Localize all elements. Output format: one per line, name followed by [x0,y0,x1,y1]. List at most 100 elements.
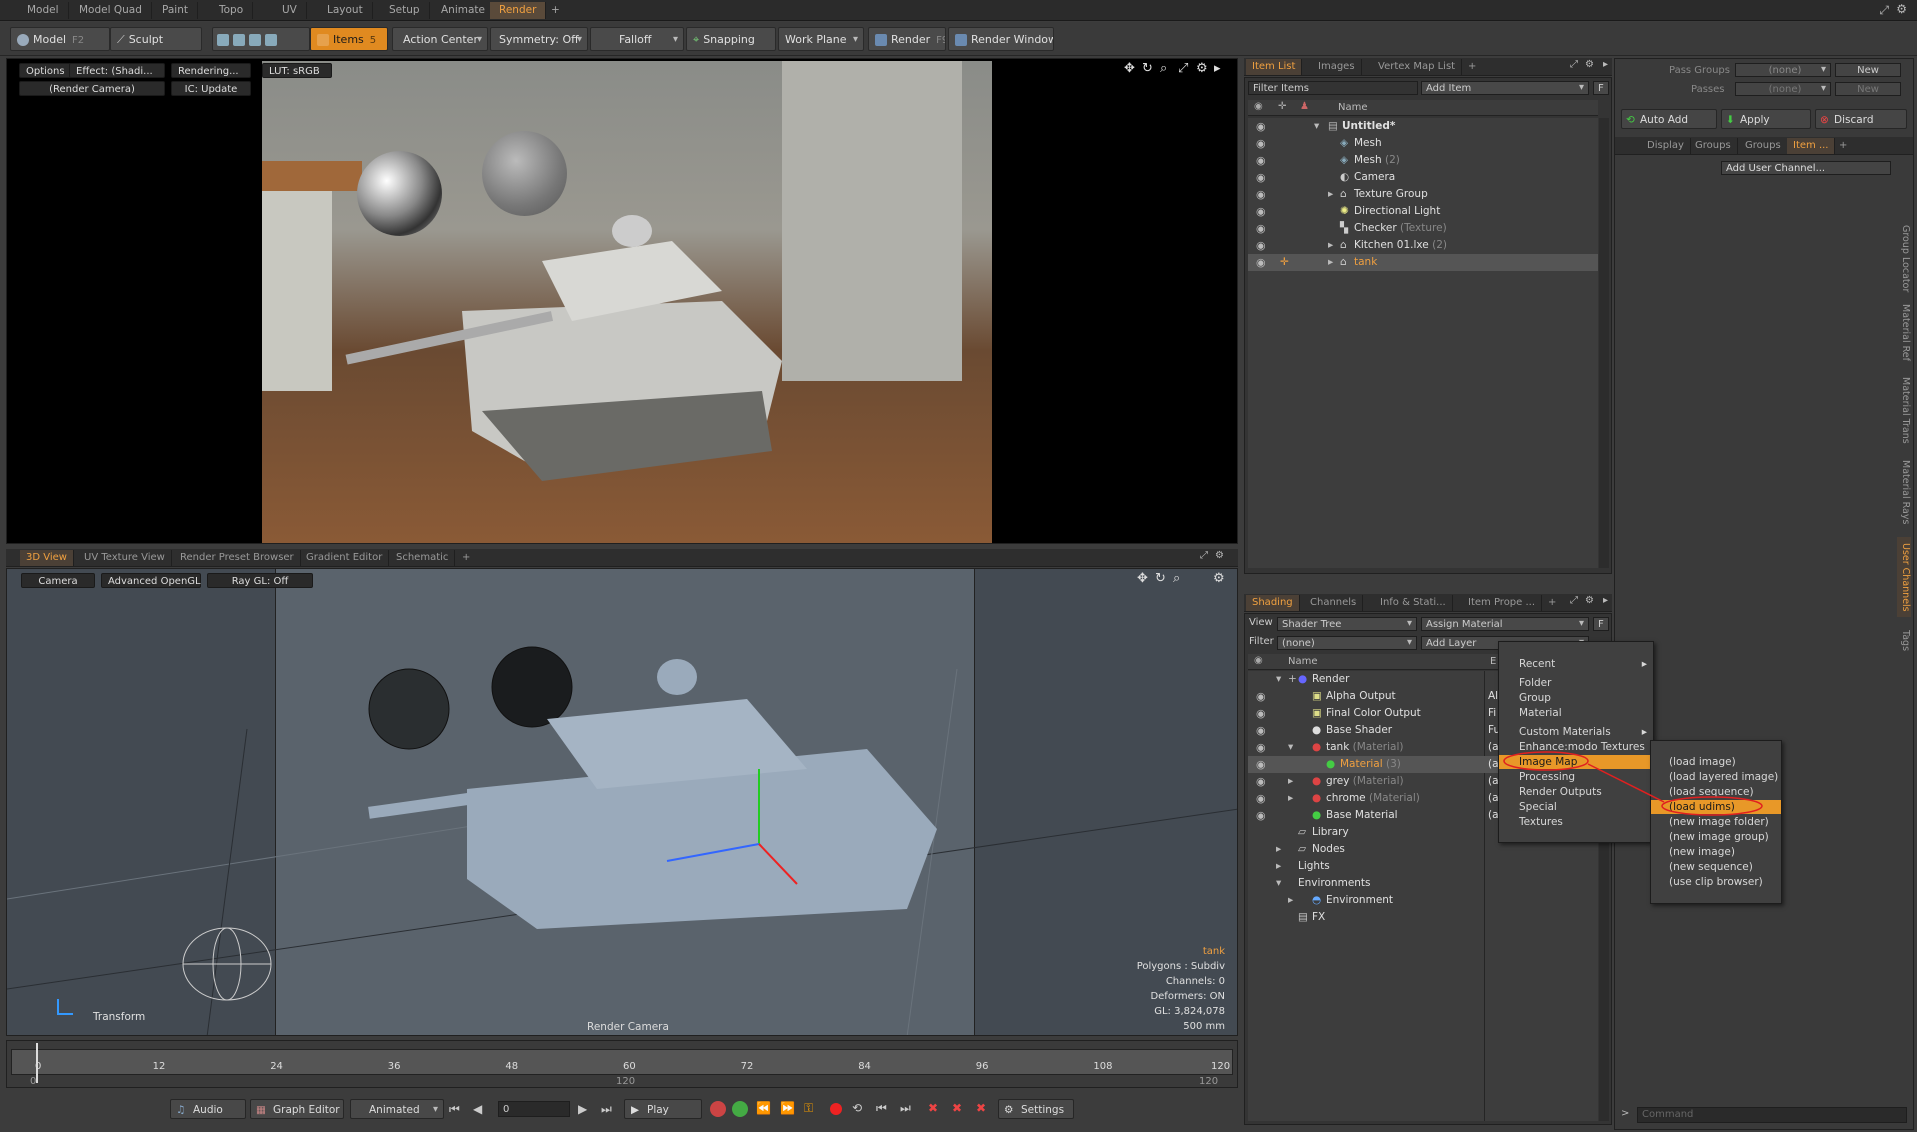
vertices-select-icon[interactable] [217,34,229,46]
lock-icon[interactable]: ✛ [1280,254,1289,271]
settings-button[interactable]: ⚙ Settings [998,1099,1074,1119]
collapse-arrow-icon[interactable]: ▾ [1314,118,1319,135]
list-item-scene[interactable]: ◉ ▾ ▤ Untitled* [1248,118,1598,135]
falloff-dropdown[interactable]: Falloff [590,27,684,51]
expand-arrow-icon[interactable]: ▸ [1276,841,1281,858]
assign-material-dropdown[interactable]: Assign Material [1421,617,1589,631]
visibility-eye-icon[interactable]: ◉ [1256,773,1270,790]
menu-item-folder[interactable]: Folder [1499,676,1653,690]
audio-button[interactable]: ♫ Audio [170,1099,246,1119]
visibility-eye-icon[interactable]: ◉ [1256,254,1270,271]
shader-row-nodes[interactable]: ▸ ▱ Nodes [1248,841,1598,858]
panel-gear-icon[interactable]: ⚙ [1215,550,1224,561]
visibility-eye-icon[interactable]: ◉ [1256,722,1270,739]
side-tab-material-ref[interactable]: Material Ref [1897,299,1911,365]
fit-icon[interactable]: ⤢ [1178,61,1188,76]
maximize-icon[interactable]: ⤢ [1879,3,1889,18]
menu-item-load-image[interactable]: (load image) [1651,755,1781,769]
list-item-mesh[interactable]: ◉ ◈ Mesh [1248,135,1598,152]
camera-view-dropdown[interactable]: Camera [21,573,95,588]
visibility-eye-icon[interactable]: ◉ [1256,739,1270,756]
menu-item-load-layered-image[interactable]: (load layered image) [1651,770,1781,784]
visibility-eye-icon[interactable]: ◉ [1256,203,1270,220]
key-filter-icon[interactable] [732,1101,748,1117]
snapping-button[interactable]: ⌖ Snapping [686,27,776,51]
command-input[interactable]: Command [1637,1107,1907,1123]
tab-groups[interactable]: Groups [1689,138,1738,154]
side-tab-tags[interactable]: Tags [1897,623,1911,659]
visibility-eye-icon[interactable]: ◉ [1256,756,1270,773]
layout-tab-uv[interactable]: UV [273,2,307,19]
shader-tree-dropdown[interactable]: Shader Tree [1277,617,1417,631]
list-item-camera[interactable]: ◉ ◐ Camera [1248,169,1598,186]
visibility-eye-icon[interactable]: ◉ [1256,790,1270,807]
prev-key-icon[interactable]: ◀ [473,1102,482,1116]
viewport-menu-arrow-icon[interactable]: ▸ [1214,61,1221,76]
gl-settings-icon[interactable]: ⚙ [1213,571,1225,586]
tab-gradient-editor[interactable]: Gradient Editor [300,550,390,566]
add-layout-tab-button[interactable]: + [542,2,569,19]
tab-render-preset-browser[interactable]: Render Preset Browser [174,550,301,566]
tab-3d-view[interactable]: 3D View [20,550,74,566]
collapse-arrow-icon[interactable]: ▾ [1276,671,1281,688]
list-item-directional-light[interactable]: ◉ ✺ Directional Light [1248,203,1598,220]
settings-gear-icon[interactable]: ⚙ [1896,2,1907,16]
timeline-ruler[interactable] [11,1049,1233,1075]
layout-tab-animate[interactable]: Animate [432,2,495,19]
list-item-tank-selected[interactable]: ◉ ✛ ▸ ⌂ tank [1248,254,1598,271]
tab-item-list[interactable]: Item List [1246,59,1303,75]
tab-uv-texture-view[interactable]: UV Texture View [78,550,172,566]
layout-tab-layout[interactable]: Layout [318,2,373,19]
ic-update-dropdown[interactable]: IC: Update [171,81,251,96]
expand-arrow-icon[interactable]: ▸ [1276,858,1281,875]
menu-item-special[interactable]: Special [1499,800,1653,814]
visibility-eye-icon[interactable]: ◉ [1256,152,1270,169]
expand-arrow-icon[interactable]: ▸ [1328,186,1333,203]
gl-rotate-icon[interactable]: ↻ [1155,571,1166,586]
list-item-texture-group[interactable]: ◉ ▸ ⌂ Texture Group [1248,186,1598,203]
rotate-icon[interactable]: ↻ [1142,61,1153,76]
symmetry-dropdown[interactable]: Symmetry: Off [490,27,588,51]
side-tab-group-locator[interactable]: Group Locator [1897,223,1911,295]
tab-item[interactable]: Item ... [1787,138,1836,154]
add-panel-tab-button[interactable]: + [1462,59,1482,75]
item-list-filter-button[interactable]: F [1593,81,1609,95]
render-camera-dropdown[interactable]: (Render Camera) [19,81,165,96]
shading-filter-button[interactable]: F [1593,617,1609,631]
model-mode-button[interactable]: Model F2 [10,27,110,51]
add-item-dropdown[interactable]: Add Item [1421,81,1589,95]
visibility-eye-icon[interactable]: ◉ [1256,135,1270,152]
expand-arrow-icon[interactable]: ▸ [1288,773,1293,790]
render-preview-viewport[interactable]: Options Effect: (Shadi... Rendering... L… [6,58,1238,544]
filter-dropdown[interactable]: (none) [1277,636,1417,650]
lut-dropdown[interactable]: LUT: sRGB [262,63,332,78]
side-tab-material-trans[interactable]: Material Trans [1897,371,1911,449]
shading-maximize-icon[interactable]: ⤢ [1570,595,1578,606]
next-key-icon[interactable]: ▶ [578,1102,587,1116]
menu-item-new-image-group[interactable]: (new image group) [1651,830,1781,844]
animated-dropdown[interactable]: Animated [350,1099,444,1120]
layout-tab-model[interactable]: Model [18,2,69,19]
collapse-arrow-icon[interactable]: ▾ [1288,739,1293,756]
edges-select-icon[interactable] [233,34,245,46]
tab-item-properties[interactable]: Item Prope ... [1462,595,1543,611]
list-item-mesh-2[interactable]: ◉ ◈ Mesh (2) [1248,152,1598,169]
sculpt-mode-button[interactable]: ⟋ Sculpt [110,27,202,51]
add-viewport-tab-button[interactable]: + [456,550,476,566]
polygons-select-icon[interactable] [249,34,261,46]
delete-key-icon[interactable]: ✖ [928,1101,938,1115]
go-to-start-icon[interactable]: ⏮ [449,1102,460,1117]
graph-editor-button[interactable]: ▦ Graph Editor [250,1099,344,1119]
materials-select-icon[interactable] [265,34,277,46]
render-options-button[interactable]: Options [19,63,72,78]
layout-tab-setup[interactable]: Setup [380,2,430,19]
visibility-eye-icon[interactable]: ◉ [1256,118,1270,135]
layout-tab-model-quad[interactable]: Model Quad [70,2,152,19]
menu-item-enhance-textures[interactable]: Enhance:modo Textures [1499,740,1653,754]
menu-item-group[interactable]: Group [1499,691,1653,705]
menu-item-custom-materials[interactable]: Custom Materials ▸ [1499,725,1653,739]
visibility-eye-icon[interactable]: ◉ [1256,237,1270,254]
visibility-eye-icon[interactable]: ◉ [1256,688,1270,705]
list-item-checker[interactable]: ◉ ▚ Checker (Texture) [1248,220,1598,237]
menu-item-recent[interactable]: Recent ▸ [1499,657,1653,671]
